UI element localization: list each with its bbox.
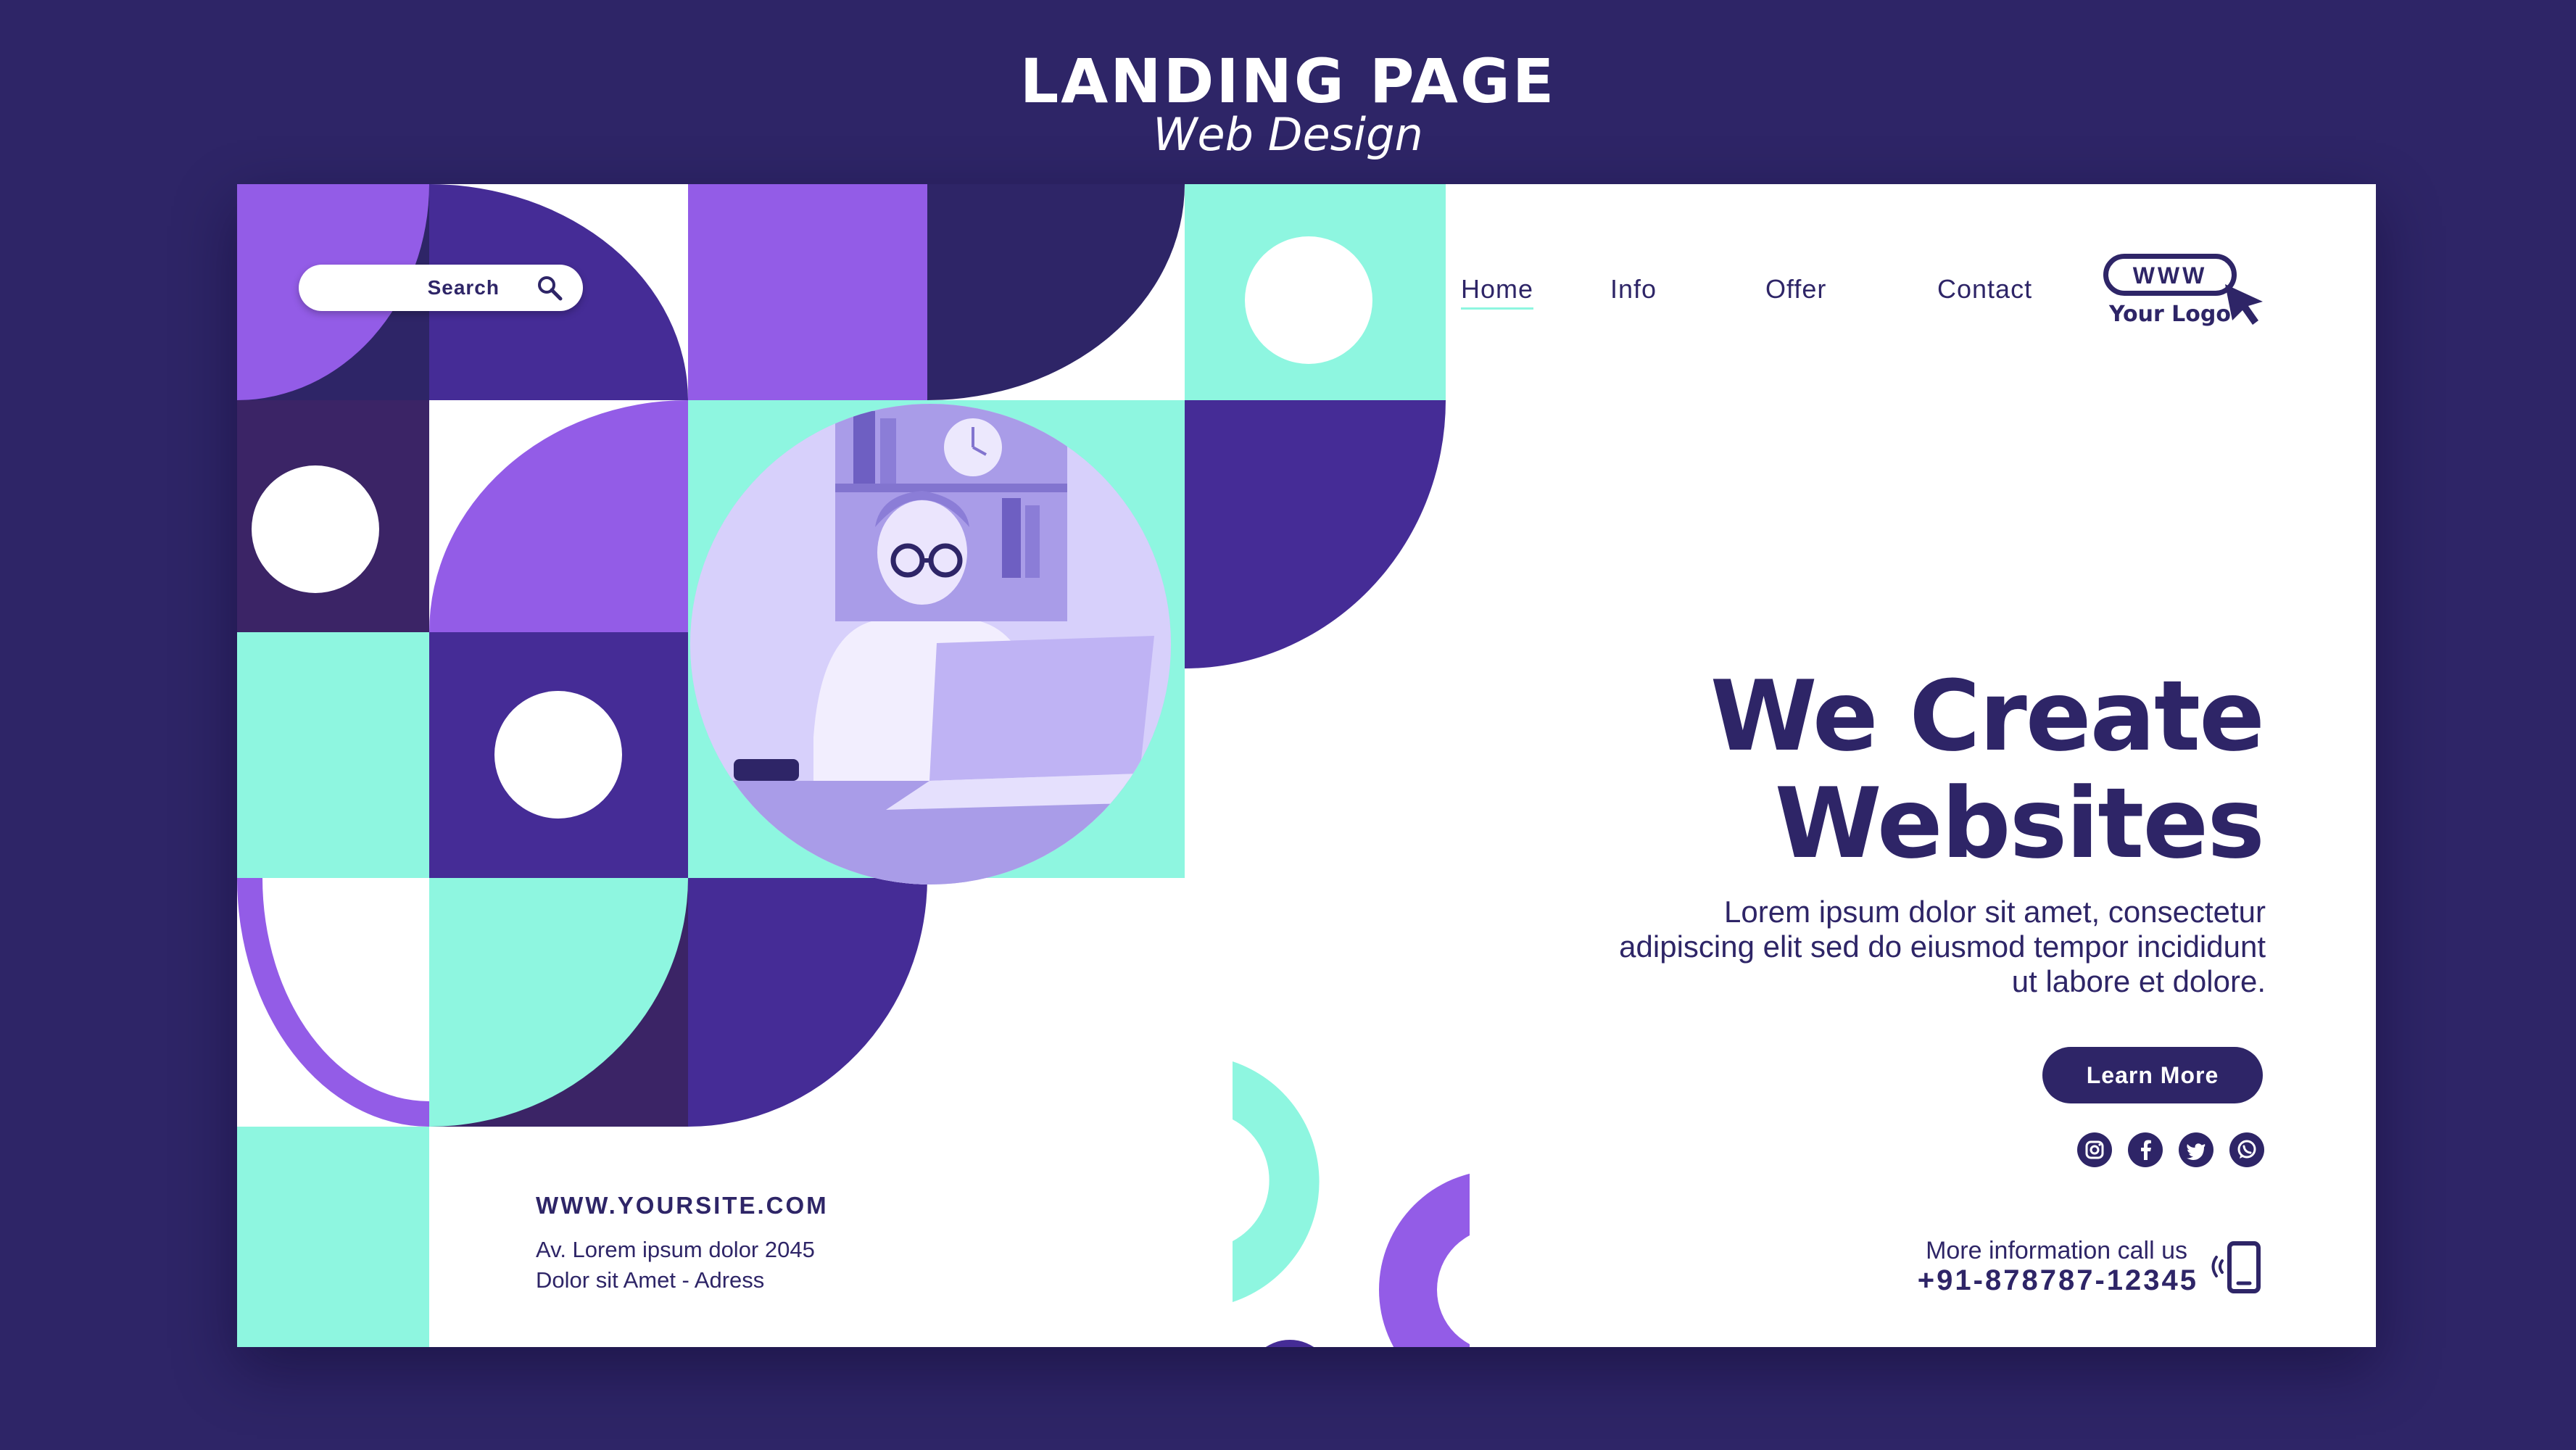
phone-icon	[2211, 1241, 2261, 1293]
nav-offer[interactable]: Offer	[1765, 260, 1826, 318]
hero-line-2: Websites	[1774, 767, 2265, 880]
site-url[interactable]: WWW.YOURSITE.COM	[536, 1192, 829, 1219]
search-label: Search	[427, 276, 500, 299]
logo-www: WWW	[2103, 254, 2237, 296]
nav-contact[interactable]: Contact	[1937, 260, 2032, 318]
hero-photo	[690, 404, 1171, 884]
twitter-icon[interactable]	[2179, 1132, 2213, 1167]
nav-info[interactable]: Info	[1610, 260, 1657, 318]
woman-at-laptop-image	[690, 404, 1171, 884]
nav-home[interactable]: Home	[1461, 260, 1534, 318]
facebook-icon[interactable]	[2128, 1132, 2163, 1167]
hero-body: Lorem ipsum dolor sit amet, consectetur …	[1619, 895, 2266, 998]
address-line-1: Av. Lorem ipsum dolor 2045	[536, 1237, 815, 1262]
phone-number[interactable]: +91-878787-12345	[1918, 1264, 2198, 1297]
call-label: More information call us	[1926, 1237, 2187, 1264]
site-logo[interactable]: WWW Your Logo	[2100, 249, 2274, 344]
landing-page-card: Search Home Info Offer Contact WWW Your …	[237, 184, 2376, 1347]
whatsapp-icon[interactable]	[2229, 1132, 2264, 1167]
logo-text: Your Logo	[2109, 302, 2231, 327]
hero-line-1: We Create	[1710, 660, 2265, 773]
banner-title: LANDING PAGE	[1019, 46, 1557, 117]
banner-subtitle: Web Design	[1153, 108, 1423, 161]
search-icon[interactable]	[537, 275, 563, 301]
instagram-icon[interactable]	[2077, 1132, 2112, 1167]
cursor-icon	[2225, 284, 2263, 325]
search-input[interactable]: Search	[299, 265, 583, 311]
learn-more-button[interactable]: Learn More	[2042, 1047, 2263, 1103]
address-line-2: Dolor sit Amet - Adress	[536, 1267, 765, 1293]
hero-headline: We Create Websites	[1710, 660, 2265, 880]
